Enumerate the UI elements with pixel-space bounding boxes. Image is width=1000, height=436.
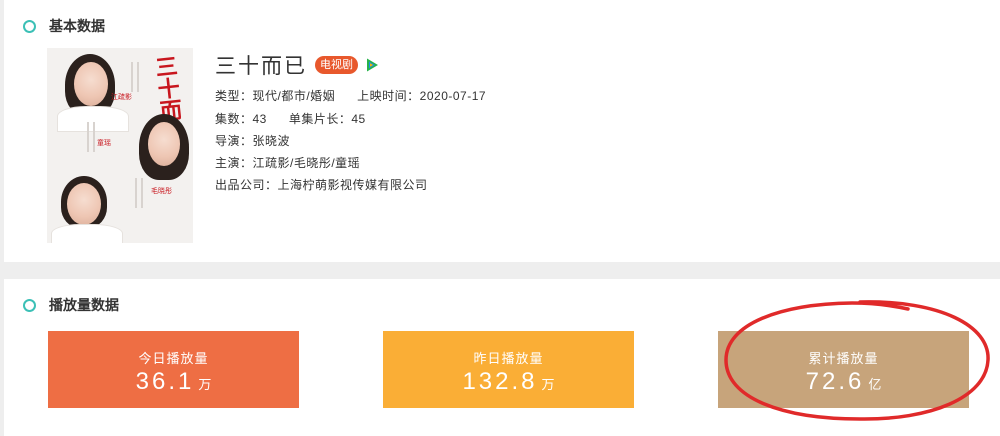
stat-label: 昨日播放量	[473, 351, 544, 366]
drama-poster[interactable]: 三十而已 江疏影 童瑶 毛晓彤	[47, 48, 193, 243]
poster-name-2: 童瑶	[97, 140, 111, 147]
poster-text-line	[135, 178, 137, 208]
stat-value: 72.6	[805, 368, 865, 395]
circle-outline-icon	[23, 19, 36, 33]
section-title: 基本数据	[49, 18, 105, 34]
section-title: 播放量数据	[49, 297, 119, 313]
circle-outline-icon	[23, 298, 36, 312]
tv-series-badge: 电视剧	[315, 56, 358, 74]
stat-label: 今日播放量	[138, 351, 209, 366]
play-count-header: 播放量数据	[23, 295, 119, 315]
yesterday-plays-card: 昨日播放量 132.8 万	[383, 331, 634, 408]
genre-text: 类型：现代/都市/婚姻	[215, 89, 336, 103]
poster-figure-face	[148, 122, 180, 166]
stat-unit: 亿	[868, 377, 882, 392]
info-genre-release-row: 类型：现代/都市/婚姻 上映时间：2020-07-17	[215, 87, 486, 104]
play-triangle-icon[interactable]	[364, 57, 380, 73]
poster-text-line	[93, 122, 95, 152]
poster-figure-face	[67, 183, 101, 225]
poster-figure-cloth	[51, 224, 123, 243]
poster-text-line	[87, 122, 89, 152]
play-count-panel: 播放量数据 今日播放量 36.1 万 昨日播放量 132.8 万 累计播放量 72.…	[4, 279, 1000, 436]
drama-title[interactable]: 三十而已	[215, 50, 307, 80]
today-plays-card: 今日播放量 36.1 万	[48, 331, 299, 408]
stat-value-row: 72.6 亿	[718, 368, 969, 396]
poster-name-1: 江疏影	[111, 94, 132, 101]
stat-unit: 万	[541, 377, 555, 392]
company-text: 出品公司：上海柠萌影视传媒有限公司	[215, 178, 428, 192]
basic-data-header: 基本数据	[23, 16, 105, 36]
stat-unit: 万	[198, 377, 212, 392]
episodes-text: 集数：43	[215, 112, 267, 126]
duration-text: 单集片长：45	[288, 112, 366, 126]
stat-label: 累计播放量	[808, 351, 879, 366]
poster-name-3: 毛晓彤	[151, 188, 172, 195]
stat-value: 36.1	[135, 368, 195, 395]
total-plays-card: 累计播放量 72.6 亿	[718, 331, 969, 408]
director-text: 导演：张晓波	[215, 134, 291, 148]
cast-text: 主演：江疏影/毛晓彤/童瑶	[215, 156, 361, 170]
stat-value: 132.8	[462, 368, 538, 395]
info-episodes-row: 集数：43 单集片长：45	[215, 110, 366, 127]
release-date-text: 上映时间：2020-07-17	[357, 89, 487, 103]
drama-title-row: 三十而已 电视剧	[215, 50, 380, 80]
basic-data-panel: 基本数据 三十而已 江疏影 童瑶 毛晓彤 三十而已 电视剧 类型：现代/都市/婚…	[4, 0, 1000, 262]
poster-text-line	[141, 178, 143, 208]
poster-text-line	[137, 62, 139, 92]
stat-value-row: 36.1 万	[48, 368, 299, 396]
poster-text-line	[131, 62, 133, 92]
stat-value-row: 132.8 万	[383, 368, 634, 396]
poster-figure-face	[74, 62, 108, 106]
